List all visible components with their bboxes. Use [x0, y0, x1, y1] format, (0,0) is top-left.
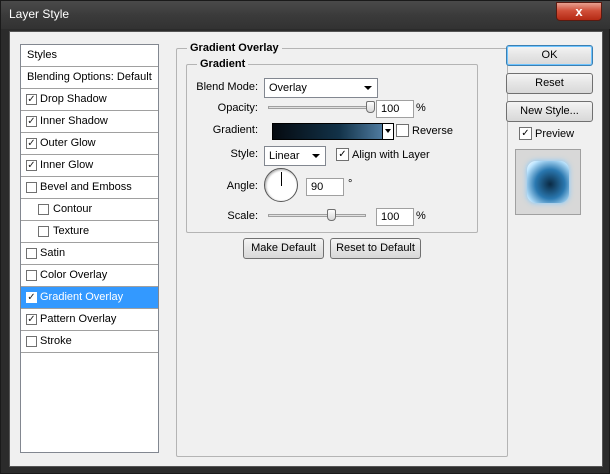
opacity-label: Opacity: — [217, 102, 258, 114]
blend-mode-value: Overlay — [269, 82, 307, 94]
style-select[interactable]: Linear — [264, 146, 326, 166]
angle-input[interactable]: 90 — [306, 178, 344, 196]
sidebar-item-label: Inner Glow — [40, 159, 94, 171]
gradient-picker[interactable] — [272, 123, 394, 140]
checkbox[interactable]: ✓ — [26, 292, 37, 303]
checkbox[interactable] — [26, 336, 37, 347]
checkbox[interactable] — [38, 226, 49, 237]
scale-slider-thumb[interactable] — [326, 209, 336, 221]
preview-label: Preview — [535, 128, 575, 140]
sidebar-item-drop-shadow[interactable]: ✓ Drop Shadow — [21, 89, 158, 111]
reverse-label: Reverse — [412, 125, 453, 137]
sidebar-item-label: Gradient Overlay — [40, 291, 124, 303]
group-title: Gradient Overlay — [187, 42, 282, 54]
angle-unit: ° — [348, 178, 353, 190]
make-default-button[interactable]: Make Default — [243, 238, 324, 259]
sidebar-item-label: Stroke — [40, 335, 72, 347]
preview-swatch — [527, 161, 569, 203]
checkbox[interactable] — [26, 182, 37, 193]
style-label: Style: — [230, 148, 258, 160]
blend-mode-label: Blend Mode: — [196, 81, 258, 93]
chevron-down-icon — [312, 154, 320, 158]
align-with-layer-label: Align with Layer — [352, 149, 430, 161]
reset-to-default-button[interactable]: Reset to Default — [330, 238, 421, 259]
checkbox[interactable]: ✓ — [26, 116, 37, 127]
chevron-down-icon — [364, 86, 372, 90]
styles-label: Styles — [27, 49, 57, 61]
scale-input[interactable]: 100 — [376, 208, 414, 226]
align-with-layer-checkbox[interactable]: ✓ — [336, 148, 349, 161]
title-bar[interactable]: Layer Style x — [1, 1, 610, 29]
checkbox[interactable]: ✓ — [26, 160, 37, 171]
opacity-unit: % — [416, 102, 426, 114]
checkbox[interactable]: ✓ — [26, 314, 37, 325]
scale-unit: % — [416, 210, 426, 222]
sidebar-item-label: Contour — [53, 203, 93, 215]
checkbox[interactable]: ✓ — [26, 138, 37, 149]
sidebar-item-label: Pattern Overlay — [40, 313, 117, 325]
checkbox[interactable]: ✓ — [26, 94, 37, 105]
opacity-slider-thumb[interactable] — [366, 101, 375, 113]
scale-slider-track[interactable] — [268, 214, 366, 217]
angle-label: Angle: — [226, 180, 258, 192]
sidebar-item-label: Drop Shadow — [40, 93, 107, 105]
preview-checkbox[interactable]: ✓ — [519, 127, 532, 140]
sidebar-item-color-overlay[interactable]: Color Overlay — [21, 265, 158, 287]
layer-style-window: Layer Style x Styles Blending Options: D… — [0, 0, 610, 474]
sidebar-item-bevel-and-emboss[interactable]: Bevel and Emboss — [21, 177, 158, 199]
sidebar-item-inner-glow[interactable]: ✓ Inner Glow — [21, 155, 158, 177]
close-icon: x — [575, 4, 583, 19]
chevron-down-icon — [385, 129, 391, 133]
sidebar-item-label: Inner Shadow — [40, 115, 108, 127]
blending-options-item[interactable]: Blending Options: Default — [21, 67, 158, 89]
new-style-button[interactable]: New Style... — [506, 101, 593, 122]
blending-options-label: Blending Options: Default — [27, 71, 152, 83]
sidebar-item-contour[interactable]: Contour — [21, 199, 158, 221]
styles-list: Styles Blending Options: Default ✓ Drop S… — [20, 44, 159, 453]
subgroup-title: Gradient — [197, 58, 249, 70]
opacity-input[interactable]: 100 — [376, 100, 414, 118]
checkbox[interactable] — [26, 270, 37, 281]
angle-needle — [281, 172, 282, 186]
sidebar-item-gradient-overlay[interactable]: ✓ Gradient Overlay — [21, 287, 158, 309]
opacity-slider-track[interactable] — [268, 106, 372, 109]
reverse-checkbox[interactable] — [396, 124, 409, 137]
sidebar-item-label: Color Overlay — [40, 269, 108, 281]
styles-header[interactable]: Styles — [21, 45, 158, 67]
checkbox[interactable] — [38, 204, 49, 215]
sidebar-item-label: Outer Glow — [40, 137, 96, 149]
sidebar-item-inner-shadow[interactable]: ✓ Inner Shadow — [21, 111, 158, 133]
scale-label: Scale: — [227, 210, 258, 222]
sidebar-item-outer-glow[interactable]: ✓ Outer Glow — [21, 133, 158, 155]
sidebar-item-pattern-overlay[interactable]: ✓ Pattern Overlay — [21, 309, 158, 331]
reset-button[interactable]: Reset — [506, 73, 593, 94]
sidebar-item-texture[interactable]: Texture — [21, 221, 158, 243]
sidebar-item-stroke[interactable]: Stroke — [21, 331, 158, 353]
checkbox[interactable] — [26, 248, 37, 259]
style-preview-thumbnail — [515, 149, 581, 215]
gradient-label: Gradient: — [212, 124, 258, 136]
angle-dial[interactable] — [264, 168, 298, 202]
blend-mode-select[interactable]: Overlay — [264, 78, 378, 98]
ok-button[interactable]: OK — [506, 45, 593, 66]
window-title: Layer Style — [9, 7, 70, 21]
sidebar-item-label: Texture — [53, 225, 90, 237]
sidebar-item-label: Bevel and Emboss — [40, 181, 132, 193]
sidebar-item-satin[interactable]: Satin — [21, 243, 158, 265]
close-button[interactable]: x — [556, 2, 602, 21]
gradient-dropdown-button[interactable] — [382, 124, 393, 139]
dialog-client-area: Styles Blending Options: Default ✓ Drop S… — [9, 31, 603, 467]
sidebar-item-label: Satin — [40, 247, 66, 259]
style-value: Linear — [269, 150, 300, 162]
